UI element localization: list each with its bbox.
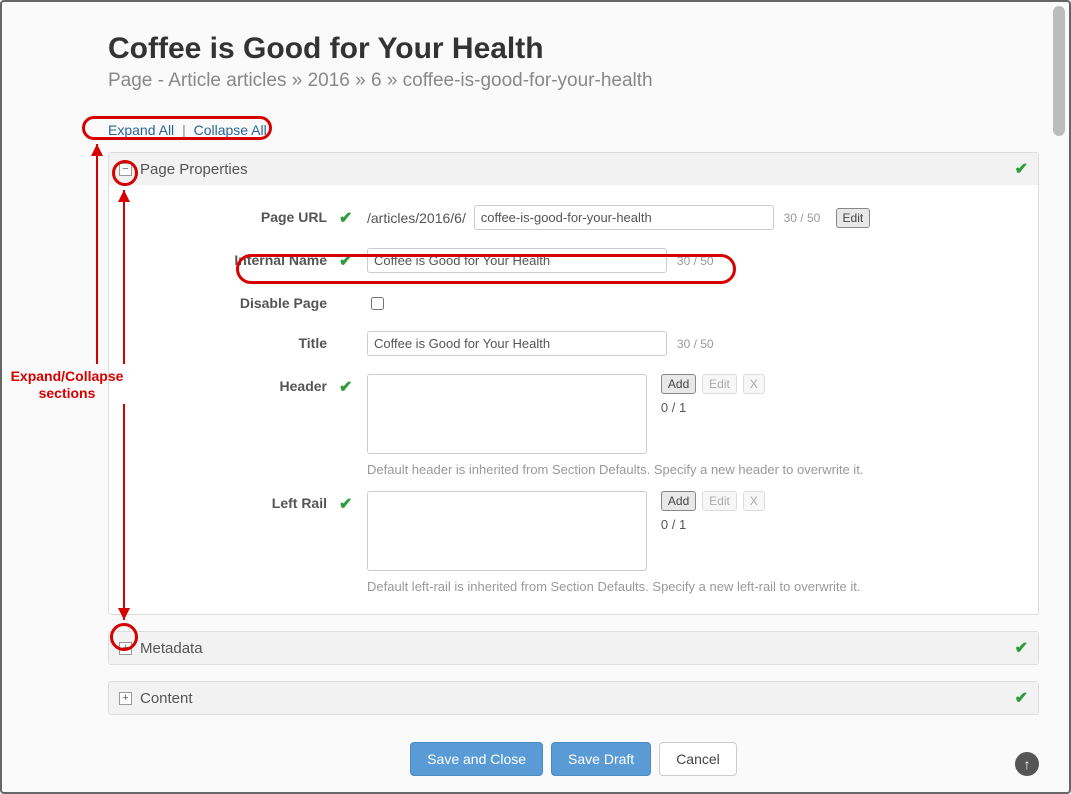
header-count: 0 / 1: [661, 400, 767, 415]
section-title: Page Properties: [140, 161, 1015, 178]
section-page-properties: − Page Properties ✔ Page URL ✔ /articles…: [108, 152, 1039, 615]
internal-name-counter: 30 / 50: [677, 254, 725, 268]
url-prefix: /articles/2016/6/: [367, 210, 470, 226]
title-input[interactable]: [367, 331, 667, 356]
check-icon: ✔: [339, 210, 352, 227]
toggle-icon[interactable]: −: [119, 163, 132, 176]
internal-name-input[interactable]: [367, 248, 667, 273]
scroll-to-top-icon[interactable]: ↑: [1015, 752, 1039, 776]
page-url-counter: 30 / 50: [784, 211, 832, 225]
section-header-metadata[interactable]: + Metadata ✔: [109, 632, 1038, 664]
left-rail-count: 0 / 1: [661, 517, 767, 532]
collapse-all-link[interactable]: Collapse All: [194, 122, 267, 138]
check-icon: ✔: [1015, 159, 1028, 179]
row-left-rail: Left Rail ✔ Add Edit X 0 / 1 Default lef…: [139, 491, 1008, 594]
section-content: + Content ✔: [108, 681, 1039, 715]
label-left-rail: Left Rail: [139, 491, 339, 511]
scrollbar[interactable]: [1053, 6, 1065, 136]
check-icon: ✔: [1015, 688, 1028, 708]
row-disable-page: Disable Page: [139, 291, 1008, 313]
breadcrumb: Page - Article articles » 2016 » 6 » cof…: [108, 70, 1039, 92]
toggle-icon[interactable]: +: [119, 642, 132, 655]
separator: |: [178, 122, 190, 138]
cancel-button[interactable]: Cancel: [659, 742, 737, 776]
toggle-icon[interactable]: +: [119, 692, 132, 705]
label-internal-name: Internal Name: [139, 248, 339, 268]
left-rail-delete-button: X: [743, 491, 765, 511]
left-rail-area-box[interactable]: [367, 491, 647, 571]
header-delete-button: X: [743, 374, 765, 394]
label-page-url: Page URL: [139, 205, 339, 225]
header-area-box[interactable]: [367, 374, 647, 454]
save-and-close-button[interactable]: Save and Close: [410, 742, 543, 776]
section-header-content[interactable]: + Content ✔: [109, 682, 1038, 714]
footer-buttons: Save and Close Save Draft Cancel: [410, 742, 737, 776]
check-icon: ✔: [339, 379, 352, 396]
section-title: Metadata: [140, 640, 1015, 657]
expand-collapse-bar: Expand All | Collapse All: [108, 122, 1039, 138]
left-rail-helptext: Default left-rail is inherited from Sect…: [367, 579, 1008, 594]
check-icon: ✔: [339, 253, 352, 270]
title-counter: 30 / 50: [677, 337, 725, 351]
header-add-button[interactable]: Add: [661, 374, 696, 394]
save-draft-button[interactable]: Save Draft: [551, 742, 651, 776]
row-header: Header ✔ Add Edit X 0 / 1 Default header…: [139, 374, 1008, 477]
section-metadata: + Metadata ✔: [108, 631, 1039, 665]
expand-all-link[interactable]: Expand All: [108, 122, 174, 138]
check-icon: ✔: [1015, 638, 1028, 658]
page-title: Coffee is Good for Your Health: [108, 32, 1039, 66]
disable-page-checkbox[interactable]: [371, 297, 384, 310]
page-url-edit-button[interactable]: Edit: [836, 208, 871, 228]
section-title: Content: [140, 690, 1015, 707]
page-url-input[interactable]: [474, 205, 774, 230]
header-helptext: Default header is inherited from Section…: [367, 462, 1008, 477]
header-edit-button: Edit: [702, 374, 737, 394]
label-disable-page: Disable Page: [139, 291, 339, 311]
check-icon: ✔: [339, 496, 352, 513]
label-title: Title: [139, 331, 339, 351]
row-page-url: Page URL ✔ /articles/2016/6/ 30 / 50 Edi…: [139, 205, 1008, 230]
row-title: Title 30 / 50: [139, 331, 1008, 356]
section-header-page-properties[interactable]: − Page Properties ✔: [109, 153, 1038, 185]
left-rail-edit-button: Edit: [702, 491, 737, 511]
label-header: Header: [139, 374, 339, 394]
row-internal-name: Internal Name ✔ 30 / 50: [139, 248, 1008, 273]
left-rail-add-button[interactable]: Add: [661, 491, 696, 511]
